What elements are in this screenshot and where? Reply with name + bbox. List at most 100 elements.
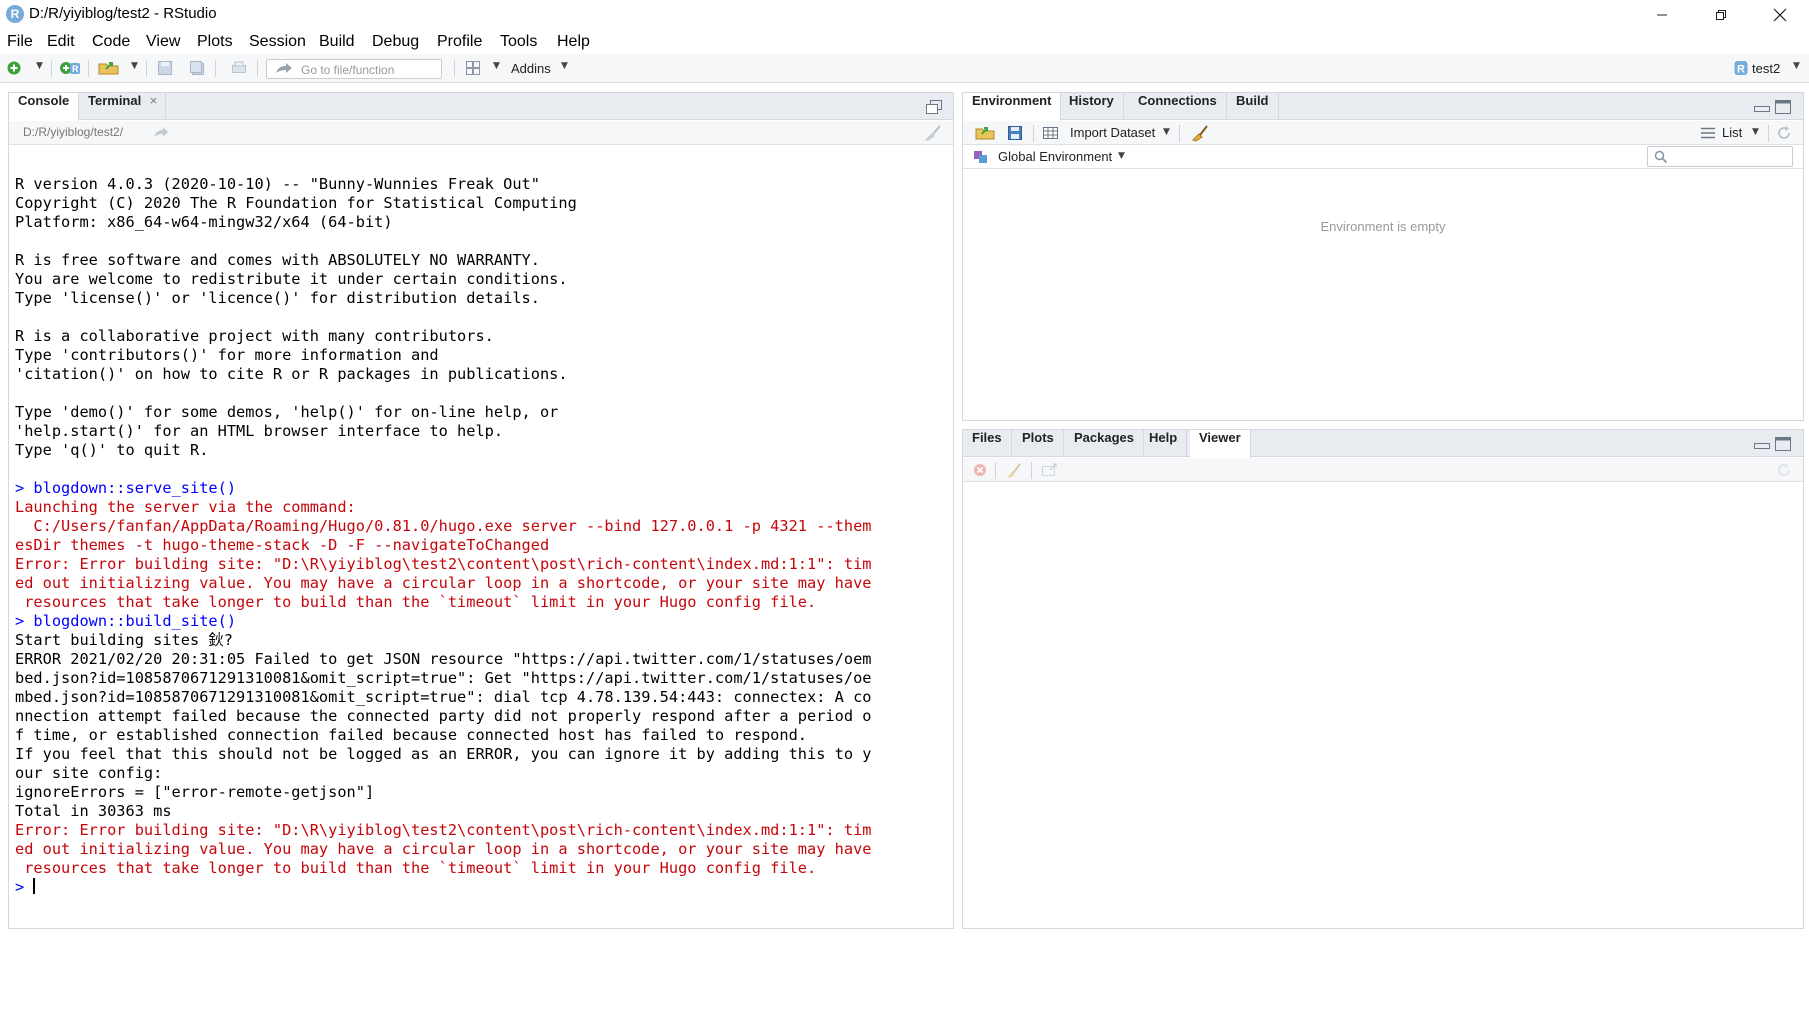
maximize-pane-icon[interactable] [1775, 437, 1791, 451]
save-icon[interactable] [157, 60, 173, 76]
environment-search-box[interactable] [1647, 146, 1793, 167]
console-line: Error: Error building site: "D:\R\yiyibl… [15, 555, 872, 573]
console-line: 'help.start()' for an HTML browser inter… [15, 422, 504, 440]
menu-build[interactable]: Build [319, 33, 355, 51]
console-line: Launching the server via the command: [15, 498, 356, 516]
workspace-panes-icon[interactable] [465, 60, 481, 76]
stop-icon[interactable] [973, 463, 987, 477]
menu-tools[interactable]: Tools [500, 33, 537, 51]
close-icon[interactable]: × [150, 93, 158, 108]
tab-terminal[interactable]: Terminal × [79, 93, 167, 120]
tab-files[interactable]: Files [963, 430, 1012, 457]
chevron-down-icon[interactable]: ▼ [561, 61, 568, 71]
new-file-icon[interactable] [6, 60, 22, 76]
console-line: Error: Error building site: "D:\R\yiyibl… [15, 821, 872, 839]
menu-profile[interactable]: Profile [437, 33, 482, 51]
restore-icon[interactable] [1698, 0, 1744, 30]
console-prompt: > [15, 878, 34, 896]
console-output[interactable]: R version 4.0.3 (2020-10-10) -- "Bunny-W… [15, 156, 955, 1016]
viewer-content[interactable] [963, 483, 1803, 928]
console-line: our site config: [15, 764, 163, 782]
environment-empty-message: Environment is empty [1320, 219, 1446, 234]
broom-icon[interactable] [1005, 462, 1023, 478]
console-line: If you feel that this should not be logg… [15, 745, 872, 763]
svg-text:R: R [1737, 64, 1745, 76]
toolbar-divider [215, 60, 216, 77]
chevron-down-icon[interactable]: ▼ [1752, 127, 1759, 137]
menu-help[interactable]: Help [557, 33, 590, 51]
chevron-down-icon[interactable]: ▼ [1793, 61, 1800, 71]
menu-session[interactable]: Session [249, 33, 306, 51]
console-prompt-line[interactable]: > [15, 878, 955, 897]
menu-debug[interactable]: Debug [372, 33, 419, 51]
maximize-pane-icon[interactable] [926, 100, 942, 114]
save-all-icon[interactable] [189, 60, 205, 76]
title-bar: R D:/R/yiyiblog/test2 - RStudio [0, 0, 1809, 30]
tab-help[interactable]: Help [1140, 430, 1188, 457]
toolbar-divider [454, 60, 455, 77]
console-line: Type 'q()' to quit R. [15, 441, 209, 459]
open-file-icon[interactable] [98, 60, 120, 76]
load-workspace-icon[interactable] [975, 125, 995, 141]
chevron-down-icon[interactable]: ▼ [131, 61, 138, 71]
tab-packages[interactable]: Packages [1065, 430, 1144, 457]
menu-view[interactable]: View [146, 33, 180, 51]
console-line: resources that take longer to build than… [15, 859, 817, 877]
close-icon[interactable] [1757, 0, 1803, 30]
maximize-pane-icon[interactable] [1775, 100, 1791, 114]
go-to-directory-icon[interactable] [153, 126, 169, 140]
minimize-pane-icon[interactable] [1754, 443, 1770, 449]
toolbar-divider [1768, 125, 1769, 142]
broom-icon[interactable] [1191, 124, 1209, 142]
refresh-icon[interactable] [1776, 462, 1792, 478]
global-environment-menu[interactable]: Global Environment [998, 149, 1112, 164]
environment-search-input[interactable] [1672, 149, 1788, 164]
toolbar-divider [257, 60, 258, 77]
console-line: Total in 30363 ms [15, 802, 172, 820]
view-mode-menu[interactable]: List [1722, 125, 1742, 140]
environment-tabstrip: Environment History Connections Build [963, 93, 1803, 121]
tab-terminal-label: Terminal [88, 93, 142, 108]
new-project-icon[interactable]: R [59, 60, 81, 76]
tab-history[interactable]: History [1060, 93, 1124, 120]
project-icon[interactable]: R [1733, 60, 1749, 76]
console-line: R is a collaborative project with many c… [15, 327, 494, 345]
goto-file-input[interactable] [301, 62, 439, 77]
menu-plots[interactable]: Plots [197, 33, 233, 51]
menu-code[interactable]: Code [92, 33, 130, 51]
rstudio-logo-icon: R [6, 5, 24, 23]
tab-build[interactable]: Build [1227, 93, 1279, 120]
environment-pane: Environment History Connections Build Im… [962, 92, 1804, 421]
chevron-down-icon[interactable]: ▼ [1118, 151, 1125, 161]
menu-edit[interactable]: Edit [47, 33, 75, 51]
search-icon [1654, 150, 1668, 164]
goto-file-box[interactable] [266, 59, 442, 79]
console-line: Copyright (C) 2020 The R Foundation for … [15, 194, 577, 212]
export-icon[interactable] [1041, 463, 1059, 477]
chevron-down-icon[interactable]: ▼ [493, 61, 500, 71]
project-menu[interactable]: test2 [1752, 61, 1780, 76]
console-path-bar: D:/R/yiyiblog/test2/ [9, 121, 953, 145]
tab-plots[interactable]: Plots [1013, 430, 1064, 457]
tab-console[interactable]: Console [9, 93, 80, 121]
chevron-down-icon[interactable]: ▼ [1163, 127, 1170, 137]
refresh-icon[interactable] [1776, 125, 1792, 141]
chevron-down-icon[interactable]: ▼ [36, 61, 43, 71]
console-line: Type 'demo()' for some demos, 'help()' f… [15, 403, 559, 421]
import-dataset-button[interactable]: Import Dataset [1070, 125, 1155, 140]
environment-toolbar: Import Dataset ▼ List ▼ [963, 121, 1803, 145]
menu-file[interactable]: File [7, 33, 33, 51]
tab-environment[interactable]: Environment [963, 93, 1062, 121]
toolbar-divider [146, 60, 147, 77]
minimize-pane-icon[interactable] [1754, 106, 1770, 112]
print-icon[interactable] [231, 60, 247, 76]
tab-connections[interactable]: Connections [1129, 93, 1227, 120]
console-working-dir[interactable]: D:/R/yiyiblog/test2/ [23, 125, 123, 139]
addins-menu[interactable]: Addins [511, 61, 551, 76]
tab-viewer[interactable]: Viewer [1190, 430, 1251, 458]
save-workspace-icon[interactable] [1007, 125, 1023, 141]
minimize-icon[interactable] [1639, 0, 1685, 30]
clear-console-icon[interactable] [922, 124, 942, 142]
console-line: resources that take longer to build than… [15, 593, 817, 611]
